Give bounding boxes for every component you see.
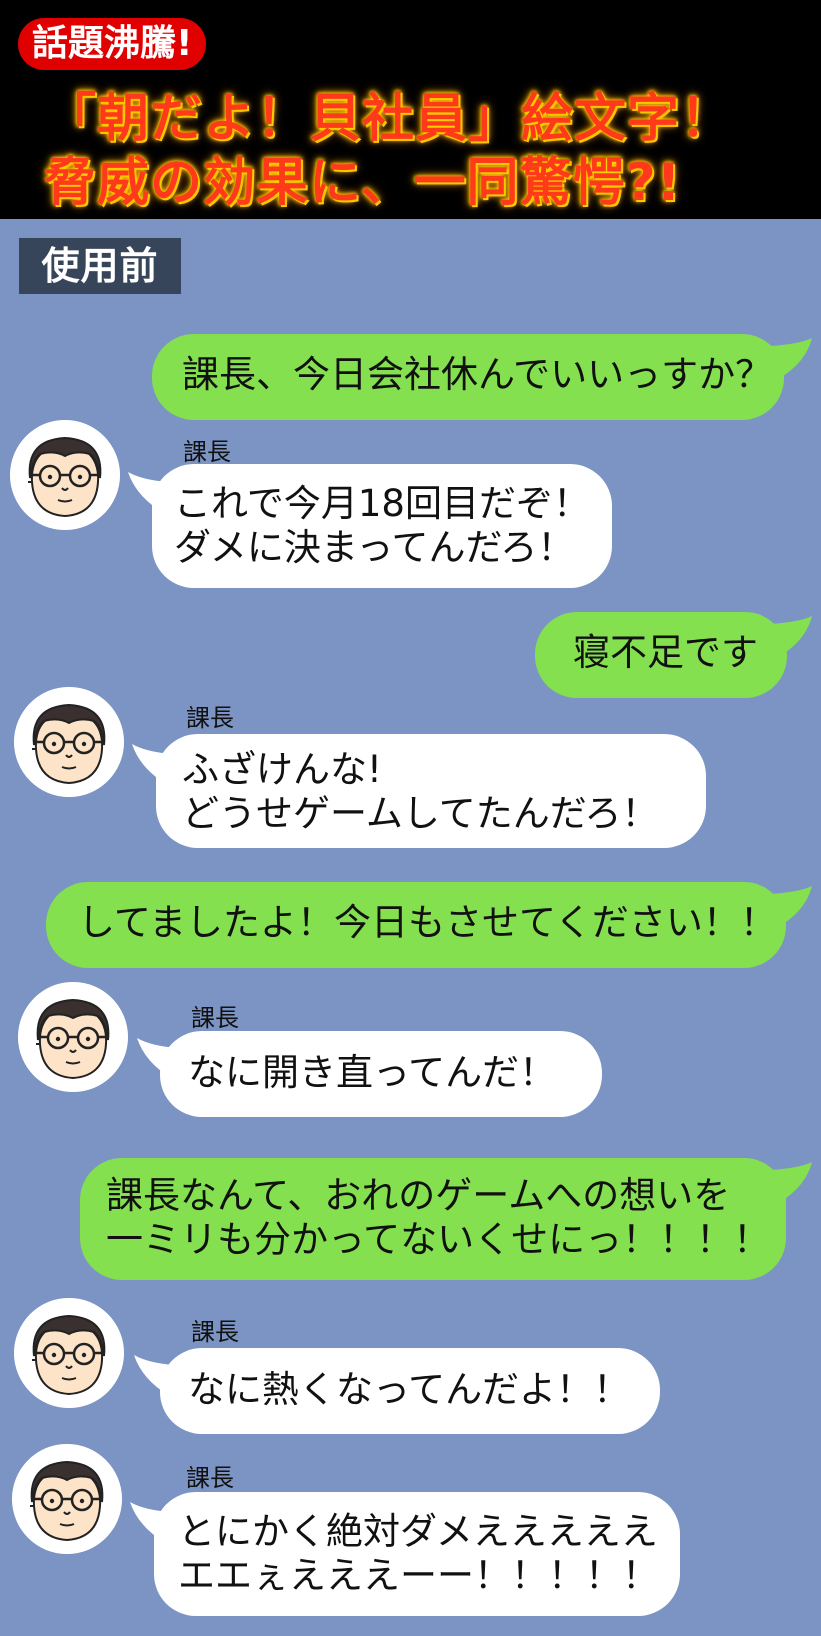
manager-avatar (12, 1444, 122, 1554)
bubble-tail (770, 886, 812, 926)
message-bubble-received: とにかく絶対ダメえええええ エエぇえええーー！！！！！ (154, 1492, 680, 1616)
message-bubble-received: なに熱くなってんだよ！！ (160, 1348, 660, 1434)
bubble-tail (770, 1162, 812, 1202)
trending-badge: 話題沸騰! (18, 18, 207, 70)
bubble-tail (770, 338, 812, 378)
message-text: とにかく絶対ダメえええええ (178, 1510, 658, 1553)
headline-line-2: 脅威の効果に、一同驚愕?! (44, 153, 682, 213)
manager-avatar (14, 1298, 124, 1408)
section-label-before: 使用前 (19, 238, 181, 294)
message-text: ふざけんな! (182, 748, 382, 791)
message-text: 課長なんて、おれのゲームへの想いを (106, 1174, 731, 1217)
message-bubble-sent: 課長、今日会社休んでいいっすか？ (152, 334, 784, 420)
message-text: 一ミリも分かってないくせにっ！！！！ (106, 1218, 771, 1261)
message-text: なに開き直ってんだ！ (188, 1051, 557, 1094)
message-bubble-sent: 課長なんて、おれのゲームへの想いを 一ミリも分かってないくせにっ！！！！ (80, 1158, 786, 1280)
message-bubble-sent: 寝不足です (535, 612, 787, 698)
sender-name: 課長 (186, 704, 234, 732)
message-text: エエぇえええーー！！！！！ (178, 1554, 659, 1597)
message-text: なに熱くなってんだよ！！ (188, 1368, 631, 1411)
message-bubble-received: ふざけんな! どうせゲームしてたんだろ！ (156, 734, 706, 848)
bubble-tail (770, 616, 812, 656)
manager-avatar (10, 420, 120, 530)
message-bubble-received: これで今月18回目だぞ！ ダメに決まってんだろ！ (152, 464, 612, 588)
manager-avatar (14, 687, 124, 797)
message-text: どうせゲームしてたんだろ！ (182, 792, 659, 835)
message-text: これで今月18回目だぞ！ (174, 482, 590, 525)
header-banner: 話題沸騰! 「朝だよ！貝社員」絵文字！ 脅威の効果に、一同驚愕?! (0, 0, 821, 219)
sender-name: 課長 (186, 1464, 234, 1492)
message-bubble-received: なに開き直ってんだ！ (160, 1031, 602, 1117)
message-text: ダメに決まってんだろ！ (174, 526, 575, 569)
sender-name: 課長 (191, 1318, 239, 1346)
message-text: してましたよ！今日もさせてください！！ (78, 901, 777, 944)
message-text: 課長、今日会社休んでいいっすか？ (182, 353, 773, 396)
manager-avatar (18, 982, 128, 1092)
sender-name: 課長 (191, 1004, 239, 1032)
message-bubble-sent: してましたよ！今日もさせてください！！ (46, 882, 786, 968)
sender-name: 課長 (183, 438, 231, 466)
message-text: 寝不足です (573, 631, 758, 674)
